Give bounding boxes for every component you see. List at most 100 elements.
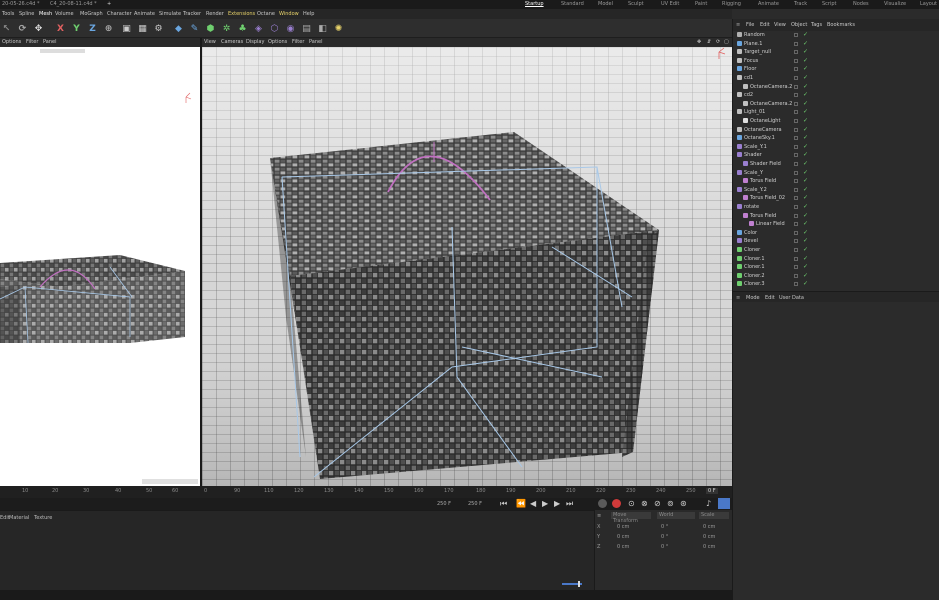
object-row[interactable]: Target_null ✓ [733,48,939,57]
menu-spline[interactable]: Spline [19,11,34,17]
layer-icon[interactable] [794,67,798,72]
coordinate-menu-icon[interactable]: ≡ [597,513,601,519]
move-view-icon[interactable]: ✥ [697,39,701,45]
object-row[interactable]: Cloner.3 ✓ [733,280,939,289]
object-row[interactable]: OctaneCamera ✓ [733,126,939,135]
enabled-check-icon[interactable]: ✓ [803,134,808,141]
subdivision-icon[interactable]: ⬢ [204,22,217,35]
start-frame-field[interactable]: 250 F [437,501,451,507]
field-icon[interactable]: ⬡ [268,22,281,35]
layer-icon[interactable] [794,179,798,184]
object-row[interactable]: OctaneCamera.2 ✓ [733,100,939,109]
render-settings-icon[interactable]: ⚙ [152,22,165,35]
menu-character[interactable]: Character [107,11,132,17]
select-tool-icon[interactable]: ↖ [0,22,13,35]
menu-render[interactable]: Render [206,11,224,17]
layer-icon[interactable] [794,50,798,55]
enabled-check-icon[interactable]: ✓ [803,117,808,124]
layer-icon[interactable] [794,273,798,278]
document-tab[interactable]: 20-05-26.c4d * [2,1,39,7]
zoom-view-icon[interactable]: ⇵ [707,39,711,45]
layer-icon[interactable] [794,205,798,209]
scale-field[interactable]: 0 cm [703,534,715,540]
timeline-ruler[interactable]: 10 20 30 40 50 60 0 90 110 120 130 140 1… [0,486,732,498]
document-tab[interactable]: C4_20-08-11.c4d * [50,1,97,7]
object-row[interactable]: Color ✓ [733,229,939,238]
object-row[interactable]: cd1 ✓ [733,74,939,83]
coordinate-scale-select[interactable]: Scale [699,512,729,519]
left-viewport[interactable] [0,47,200,486]
object-row[interactable]: Bevel ✓ [733,237,939,246]
object-row[interactable]: OctaneLight ✓ [733,117,939,126]
key-param-icon[interactable]: ⊛ [680,499,687,508]
enabled-check-icon[interactable]: ✓ [803,40,808,47]
object-row[interactable]: Cloner.2 ✓ [733,272,939,281]
menu-help[interactable]: Help [303,11,314,17]
timeline-mode-icon[interactable] [718,498,730,509]
position-field[interactable]: 0 cm [617,534,629,540]
panel-menu[interactable]: Panel [309,39,323,45]
layer-icon[interactable] [794,162,798,166]
next-frame-icon[interactable]: ▶ [554,499,560,508]
scroll-indicator[interactable] [142,479,198,484]
layer-icon[interactable] [794,248,798,252]
enabled-check-icon[interactable]: ✓ [803,143,808,150]
attribute-menu-icon[interactable]: ≡ [736,295,740,301]
main-viewport[interactable] [202,47,732,486]
auto-key-icon[interactable] [612,499,621,508]
enabled-check-icon[interactable]: ✓ [803,194,808,201]
menu-volume[interactable]: Volume [55,11,74,17]
enabled-check-icon[interactable]: ✓ [803,57,808,64]
camera-icon[interactable]: ◧ [316,22,329,35]
layer-icon[interactable] [794,213,798,218]
menu-animate[interactable]: Animate [134,11,155,17]
layer-icon[interactable] [794,76,798,80]
object-row[interactable]: Plane.1 ✓ [733,40,939,49]
enabled-check-icon[interactable]: ✓ [803,31,808,38]
zoom-slider-handle[interactable] [578,581,580,587]
workspace-tab[interactable]: Startup [525,1,544,7]
menu-mesh[interactable]: Mesh [39,11,52,17]
layer-icon[interactable] [794,41,798,46]
layer-icon[interactable] [794,282,798,287]
enabled-check-icon[interactable]: ✓ [803,203,808,210]
scale-field[interactable]: 0 cm [703,524,715,530]
enabled-check-icon[interactable]: ✓ [803,237,808,244]
layer-icon[interactable] [794,119,798,123]
enabled-check-icon[interactable]: ✓ [803,65,808,72]
cube-primitive-icon[interactable]: ◆ [172,22,185,35]
left-view-filter-menu[interactable]: Filter [26,39,38,45]
workspace-tab[interactable]: Model [598,1,613,7]
enabled-check-icon[interactable]: ✓ [803,108,808,115]
object-row[interactable]: Cloner.1 ✓ [733,263,939,272]
workspace-tab[interactable]: Visualize [884,1,906,7]
workspace-tab[interactable]: Nodes [853,1,869,7]
menu-mograph[interactable]: MoGraph [80,11,103,17]
enabled-check-icon[interactable]: ✓ [803,126,808,133]
enabled-check-icon[interactable]: ✓ [803,169,808,176]
options-menu[interactable]: Options [268,39,287,45]
workspace-tab[interactable]: Script [822,1,837,7]
rotate-tool-icon[interactable]: ⟳ [16,22,29,35]
object-row[interactable]: Light_01 ✓ [733,108,939,117]
menu-tracker[interactable]: Tracker [183,11,201,17]
previous-frame-icon[interactable]: ◀ [530,499,536,508]
mograph-effector-icon[interactable]: ♣ [236,22,249,35]
enabled-check-icon[interactable]: ✓ [803,212,808,219]
axis-z-button[interactable]: Z [86,22,99,35]
object-row[interactable]: Shader ✓ [733,151,939,160]
rotation-field[interactable]: 0 ° [661,544,668,550]
layer-icon[interactable] [794,101,798,106]
workspace-tab[interactable]: Standard [561,1,584,7]
sound-icon[interactable]: ♪ [706,499,711,508]
material-tab[interactable]: Texture [34,515,52,521]
object-row[interactable]: Torus Field ✓ [733,177,939,186]
om-menu-edit[interactable]: Edit [760,22,770,28]
object-row[interactable]: Linear Field ✓ [733,220,939,229]
workspace-tab[interactable]: Layout [920,1,937,7]
enabled-check-icon[interactable]: ✓ [803,246,808,253]
om-menu-view[interactable]: View [774,22,786,28]
enabled-check-icon[interactable]: ✓ [803,91,808,98]
object-row[interactable]: Torus Field_02 ✓ [733,194,939,203]
pen-spline-icon[interactable]: ✎ [188,22,201,35]
